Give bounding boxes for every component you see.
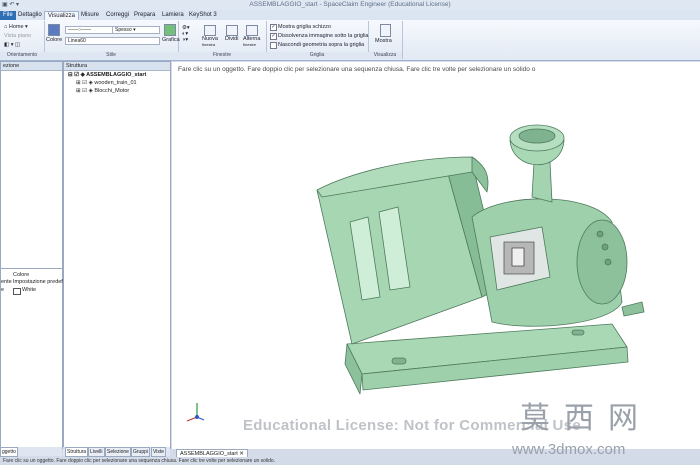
tab-selezione[interactable]: Selezione: [105, 447, 131, 457]
display-toggle-icons[interactable]: ⚙▾ ◐▾ ◑▾: [182, 25, 190, 43]
tab-keyshot[interactable]: KeyShot 3: [186, 11, 220, 20]
hide-geometry-label: Nascondi geometria sopra la griglia: [278, 42, 365, 48]
dividi-button[interactable]: Dividi: [225, 36, 238, 42]
color-swatch-icon[interactable]: [48, 24, 60, 36]
axis-triad-icon: [186, 403, 205, 422]
home-button[interactable]: ⌂ Home ▾: [4, 24, 28, 30]
tab-file[interactable]: File: [0, 11, 16, 20]
white-swatch[interactable]: [13, 288, 21, 295]
group-label: Orientamento: [0, 52, 44, 59]
fade-grid-checkbox[interactable]: ✓: [270, 33, 277, 40]
group-label: Visualizza: [368, 52, 402, 59]
line-weight-combo[interactable]: Spesso ▾: [112, 26, 160, 34]
hide-geometry-checkbox[interactable]: [270, 42, 277, 49]
split-window-icon[interactable]: [226, 25, 238, 36]
prop-color-header: Colore: [13, 272, 30, 278]
status-text: Fare clic su un oggetto. Fare doppio cli…: [3, 458, 276, 464]
group-finestre: ⚙▾ ◐▾ ◑▾ Nuova finestra Dividi Alterna fin…: [178, 21, 267, 59]
status-bar: Fare clic su un oggetto. Fare doppio cli…: [0, 457, 700, 465]
tab-struttura[interactable]: Struttura: [65, 447, 89, 457]
switch-window-icon[interactable]: [246, 25, 258, 36]
tab-misure[interactable]: Misure: [78, 11, 102, 20]
tab-oggetto[interactable]: ggetto: [0, 447, 18, 457]
left-panel-header: ezione: [1, 62, 62, 71]
group-label: Griglia: [266, 52, 368, 59]
prop-row1-value[interactable]: Impostazione predef.: [13, 279, 64, 285]
view-icons[interactable]: ◧ ▾ ◫: [4, 42, 20, 48]
colore-button[interactable]: Colore: [46, 37, 62, 43]
ribbon: ⌂ Home ▾ Vista piano ◧ ▾ ◫ Orientamento …: [0, 20, 700, 61]
train-model[interactable]: [172, 62, 700, 449]
group-stile: Colore ——○—— Spesso ▾ Linea60 Grafica St…: [44, 21, 180, 59]
group-label: Finestre: [178, 52, 266, 59]
left-bottom-tabs: ggetto: [0, 447, 62, 457]
tree-root[interactable]: ⊟ ☑ ◈ ASSEMBLAGGIO_start: [68, 72, 146, 78]
graphics-cube-icon[interactable]: [164, 24, 176, 36]
left-panel: ezione Colore ente Impostazione predef. …: [0, 61, 64, 449]
tree-item[interactable]: ⊞ ☑ ◈ wooden_train_01: [76, 80, 137, 86]
tab-livelli[interactable]: Livelli: [88, 447, 105, 457]
group-griglia: ✓ Mostra griglia schizzo ✓ Dissolvenza i…: [266, 21, 369, 59]
tab-dettaglio[interactable]: Dettaglio: [15, 11, 45, 20]
window-title: ASSEMBLAGGIO_start - SpaceClaim Engineer…: [249, 1, 451, 8]
tab-viste[interactable]: Viste: [151, 447, 167, 457]
vista-piano-button[interactable]: Vista piano: [4, 33, 31, 39]
tab-prepara[interactable]: Prepara: [131, 11, 158, 20]
mostra-button[interactable]: Mostra: [375, 38, 392, 44]
new-window-icon[interactable]: [204, 25, 216, 36]
ribbon-tabs: File Dettaglio Visualizza Misure Corregg…: [0, 10, 700, 21]
line-type-combo[interactable]: Linea60: [65, 37, 160, 45]
group-orientamento: ⌂ Home ▾ Vista piano ◧ ▾ ◫ Orientamento: [0, 21, 45, 59]
tab-correggi[interactable]: Correggi: [103, 11, 132, 20]
structure-bottom-tabs: Struttura Livelli Selezione Gruppi Viste: [63, 447, 170, 457]
tab-lamiera[interactable]: Lamiera: [159, 11, 187, 20]
group-label: Stile: [44, 52, 178, 59]
tree-item[interactable]: ⊞ ☑ ◈ Blocchi_Motor: [76, 88, 129, 94]
group-visualizza: Mostra Visualizza: [368, 21, 403, 59]
fade-grid-label: Dissolvenza immagine sotto la griglia: [278, 33, 369, 39]
show-grid-checkbox[interactable]: ✓: [270, 24, 277, 31]
structure-panel: Struttura ⊟ ☑ ◈ ASSEMBLAGGIO_start ⊞ ☑ ◈…: [63, 61, 171, 449]
document-icon[interactable]: [380, 24, 391, 37]
prop-row2-value[interactable]: White: [22, 287, 36, 293]
prop-row1-key: ente: [1, 279, 12, 285]
line-style-combo[interactable]: ——○——: [65, 26, 113, 34]
structure-panel-header: Struttura: [64, 62, 170, 71]
tab-gruppi[interactable]: Gruppi: [131, 447, 151, 457]
show-grid-label: Mostra griglia schizzo: [278, 24, 331, 30]
prop-row2-key: e: [1, 287, 5, 293]
site-watermark-url: www.3dmox.com: [512, 441, 626, 458]
site-watermark-cn: 莫西网: [520, 401, 652, 436]
